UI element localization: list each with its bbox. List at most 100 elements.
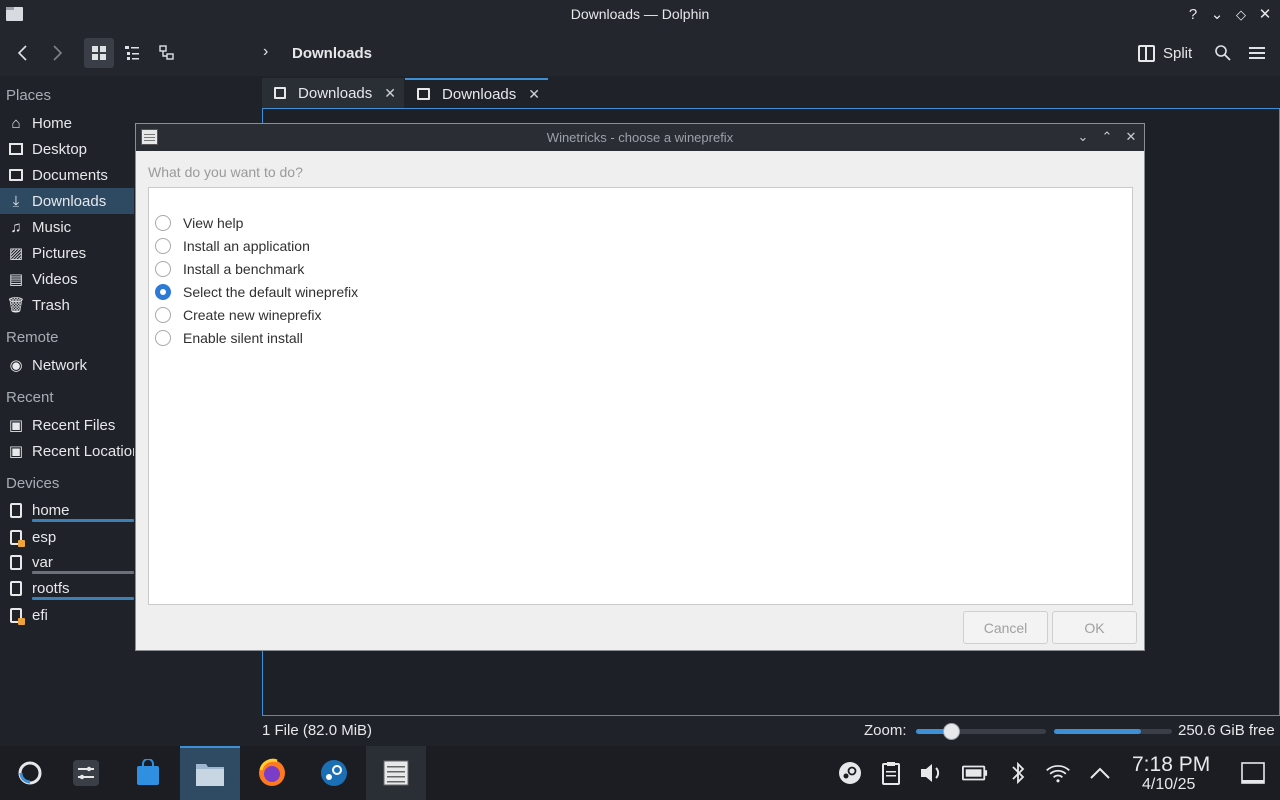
sidebar-item-recent-locations[interactable]: ▣ Recent Locations [0, 438, 134, 464]
desktop-icon [7, 140, 25, 158]
dialog-close-icon[interactable]: ✕ [1122, 128, 1140, 146]
sidebar-item-documents[interactable]: Documents [0, 162, 134, 188]
sidebar-item-videos[interactable]: ▤ Videos [0, 266, 134, 292]
app-launcher-button[interactable] [0, 746, 60, 800]
radio-button[interactable] [155, 261, 171, 277]
device-usage-bar [32, 519, 134, 522]
back-button[interactable] [8, 38, 38, 68]
clock-time[interactable]: 7:18 PM [1132, 753, 1210, 777]
remote-header: Remote [6, 329, 59, 346]
sidebar-item-desktop[interactable]: Desktop [0, 136, 134, 162]
firefox-icon [259, 758, 285, 786]
tree-view-icon [159, 45, 174, 60]
radio-button[interactable] [155, 330, 171, 346]
sidebar-item-recent-files[interactable]: ▣ Recent Files [0, 412, 134, 438]
sidebar-item-downloads[interactable]: ⤓ Downloads [0, 188, 134, 214]
system-settings-button[interactable] [56, 746, 116, 800]
option-install-benchmark[interactable]: Install a benchmark [155, 259, 304, 279]
store-bag-icon [137, 759, 159, 785]
videos-icon: ▤ [8, 271, 24, 288]
drive-icon [10, 580, 22, 596]
sidebar-item-pictures[interactable]: ▨ Pictures [0, 240, 134, 266]
option-view-help[interactable]: View help [155, 213, 243, 233]
search-icon [1215, 45, 1231, 61]
clipboard-icon[interactable] [878, 760, 904, 786]
tab-downloads-2[interactable]: Downloads ✕ [405, 78, 548, 108]
maximize-icon[interactable]: ◇ [1230, 4, 1252, 26]
tab-downloads-1[interactable]: Downloads ✕ [262, 78, 404, 108]
details-view-icon [125, 46, 139, 60]
grid-view-icon [92, 46, 106, 60]
firefox-button[interactable] [242, 746, 302, 800]
help-icon[interactable]: ? [1182, 4, 1204, 26]
bluetooth-icon[interactable] [1005, 760, 1031, 786]
window-titlebar: Downloads — Dolphin ? ⌄ ◇ ✕ [0, 0, 1280, 30]
discover-store-button[interactable] [118, 746, 178, 800]
icons-view-button[interactable] [84, 38, 114, 68]
recent-locations-icon: ▣ [8, 443, 24, 460]
close-tab-icon[interactable]: ✕ [384, 85, 396, 102]
sidebar-item-music[interactable]: ♫ Music [0, 214, 134, 240]
tray-expand-icon[interactable] [1087, 760, 1113, 786]
sidebar-item-device-home[interactable]: home [0, 497, 134, 523]
close-tab-icon[interactable]: ✕ [528, 86, 540, 103]
option-enable-silent-install[interactable]: Enable silent install [155, 328, 303, 348]
sidebar-item-device-efi[interactable]: efi [0, 602, 134, 628]
steam-button[interactable] [304, 746, 364, 800]
details-view-button[interactable] [117, 38, 147, 68]
dialog-titlebar: Winetricks - choose a wineprefix ⌄ ⌃ ✕ [136, 124, 1144, 151]
radio-button[interactable] [155, 238, 171, 254]
sidebar-item-network[interactable]: ◉ Network [0, 352, 134, 378]
sidebar-item-trash[interactable]: 🗑 Trash [0, 292, 134, 318]
recent-files-icon: ▣ [8, 417, 24, 434]
places-panel: Places ⌂ Home Desktop Documents ⤓ Downlo… [0, 76, 134, 720]
option-select-default-wineprefix[interactable]: Select the default wineprefix [155, 282, 358, 302]
radio-button-selected[interactable] [155, 284, 171, 300]
clipboard-glyph-icon [882, 762, 900, 785]
split-button[interactable]: Split [1138, 40, 1192, 66]
chevron-up-icon [1090, 767, 1110, 779]
breadcrumb[interactable]: Downloads [292, 45, 372, 62]
winetricks-dialog: Winetricks - choose a wineprefix ⌄ ⌃ ✕ W… [135, 123, 1145, 651]
minimize-icon[interactable]: ⌄ [1206, 4, 1228, 26]
steam-icon [321, 760, 347, 786]
battery-icon[interactable] [962, 760, 988, 786]
recent-header: Recent [6, 389, 54, 406]
split-view-icon [1138, 44, 1155, 62]
wifi-icon[interactable] [1045, 760, 1071, 786]
close-icon[interactable]: ✕ [1254, 4, 1276, 26]
steam-tray-icon[interactable] [837, 760, 863, 786]
dolphin-taskbar-button[interactable] [180, 746, 240, 800]
search-button[interactable] [1208, 38, 1238, 68]
sidebar-item-device-rootfs[interactable]: rootfs [0, 575, 134, 601]
tree-view-button[interactable] [152, 38, 182, 68]
winetricks-taskbar-button[interactable] [366, 746, 426, 800]
menu-button[interactable] [1242, 38, 1272, 68]
options-list: View help Install an application Install… [148, 187, 1133, 605]
option-create-new-wineprefix[interactable]: Create new wineprefix [155, 305, 322, 325]
option-label: Install a benchmark [183, 261, 305, 277]
breadcrumb-chevron-icon[interactable]: › [263, 43, 268, 61]
sidebar-item-device-esp[interactable]: esp [0, 524, 134, 550]
sidebar-item-device-var[interactable]: var [0, 549, 134, 575]
sidebar-item-label: Recent Files [32, 416, 116, 434]
volume-icon[interactable] [919, 760, 945, 786]
zoom-slider[interactable] [916, 723, 1046, 740]
tab-label: Downloads [442, 85, 517, 103]
dialog-minimize-icon[interactable]: ⌄ [1074, 128, 1092, 146]
zoom-slider-handle[interactable] [943, 723, 961, 740]
radio-button[interactable] [155, 307, 171, 323]
tab-label: Downloads [298, 84, 373, 102]
dialog-maximize-icon[interactable]: ⌃ [1098, 128, 1116, 146]
folder-icon [196, 764, 224, 786]
wifi-glyph-icon [1046, 765, 1070, 783]
option-install-application[interactable]: Install an application [155, 236, 310, 256]
sidebar-item-home[interactable]: ⌂ Home [0, 110, 134, 136]
tab-bar: Downloads ✕ Downloads ✕ [262, 78, 1280, 108]
clock-date[interactable]: 4/10/25 [1142, 776, 1195, 794]
forward-button[interactable] [42, 38, 72, 68]
ok-button[interactable]: OK [1052, 611, 1137, 644]
cancel-button[interactable]: Cancel [963, 611, 1048, 644]
radio-button[interactable] [155, 215, 171, 231]
show-desktop-icon[interactable] [1240, 760, 1266, 786]
